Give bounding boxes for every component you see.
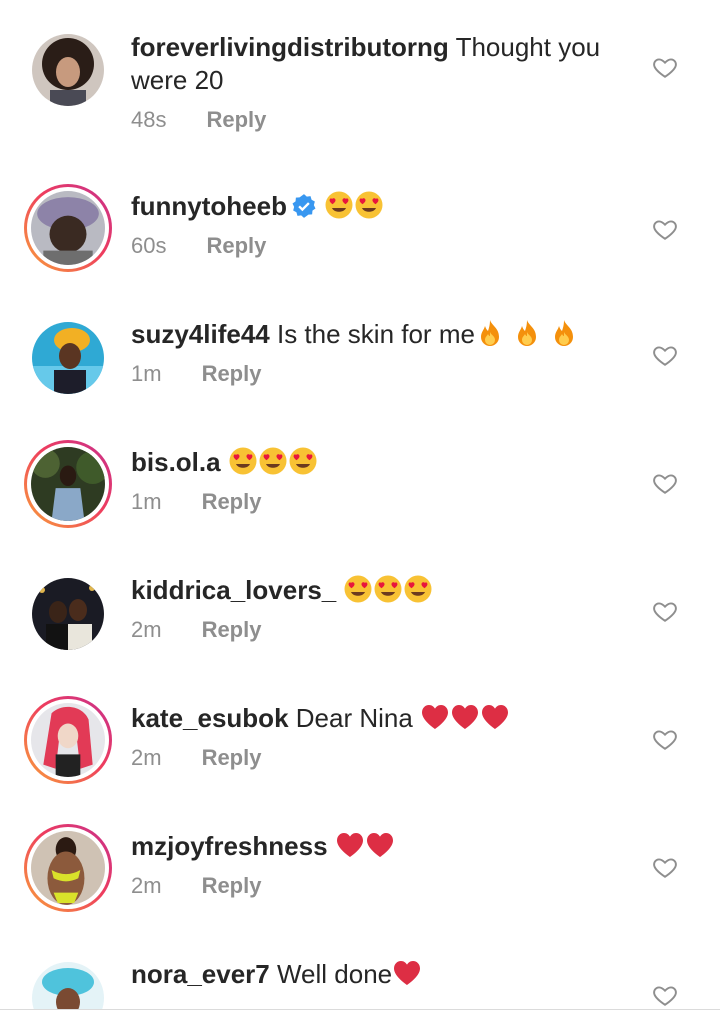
comment-meta: 2m Reply xyxy=(131,873,640,899)
avatar[interactable] xyxy=(24,440,112,528)
comment-meta: 48s Reply xyxy=(131,107,640,133)
red-heart-emoji-icon xyxy=(365,830,395,860)
comment-timestamp: 1m xyxy=(131,489,162,514)
reply-button[interactable]: Reply xyxy=(206,233,266,259)
comment-list: foreverlivingdistributorng Thought you w… xyxy=(0,0,720,1010)
reply-button[interactable]: Reply xyxy=(202,361,262,387)
comment-username[interactable]: mzjoyfreshness xyxy=(131,831,328,861)
comment-message: Is the skin for me xyxy=(269,319,475,349)
comment-username[interactable]: funnytoheeb xyxy=(131,191,287,221)
comment-timestamp: 2m xyxy=(131,617,162,642)
comment-username[interactable]: kiddrica_lovers_ xyxy=(131,575,336,605)
comment-username[interactable]: suzy4life44 xyxy=(131,319,270,349)
comment-username[interactable]: foreverlivingdistributorng xyxy=(131,32,449,62)
red-heart-emoji-icon xyxy=(392,958,422,988)
verified-badge-icon xyxy=(291,193,317,219)
comment-item: kate_esubok Dear Nina 2m Reply xyxy=(0,674,720,802)
comment-item: funnytoheeb 60s Reply xyxy=(0,162,720,290)
comment-body: kiddrica_lovers_ 2m Reply xyxy=(131,574,640,643)
reply-button[interactable]: Reply xyxy=(202,489,262,515)
comment-text: nora_ever7 Well done xyxy=(131,958,640,991)
comment-meta: 1m Reply xyxy=(131,489,640,515)
comment-timestamp: 2m xyxy=(131,745,162,770)
avatar[interactable] xyxy=(32,578,104,650)
avatar[interactable] xyxy=(32,34,104,106)
comment-message: Well done xyxy=(269,959,393,989)
fire-emoji-icon xyxy=(549,318,579,348)
comment-body: bis.ol.a 1m Reply xyxy=(131,446,640,515)
heart-eyes-emoji-icon xyxy=(288,446,318,476)
heart-eyes-emoji-icon xyxy=(228,446,258,476)
like-heart-icon[interactable] xyxy=(652,982,678,1008)
comment-body: mzjoyfreshness 2m Reply xyxy=(131,830,640,899)
comment-username[interactable]: bis.ol.a xyxy=(131,447,221,477)
comment-item: nora_ever7 Well done xyxy=(0,930,720,1010)
comment-timestamp: 60s xyxy=(131,233,167,258)
avatar[interactable] xyxy=(24,184,112,272)
comment-item: bis.ol.a 1m Reply xyxy=(0,418,720,546)
avatar[interactable] xyxy=(24,824,112,912)
comment-body: foreverlivingdistributorng Thought you w… xyxy=(131,31,640,133)
heart-eyes-emoji-icon xyxy=(258,446,288,476)
like-heart-icon[interactable] xyxy=(652,54,678,80)
red-heart-emoji-icon xyxy=(335,830,365,860)
comment-text: mzjoyfreshness xyxy=(131,830,640,863)
comment-timestamp: 1m xyxy=(131,361,162,386)
comment-text: kiddrica_lovers_ xyxy=(131,574,640,607)
like-heart-icon[interactable] xyxy=(652,598,678,624)
comment-timestamp: 2m xyxy=(131,873,162,898)
comment-meta: 2m Reply xyxy=(131,745,640,771)
comment-body: nora_ever7 Well done xyxy=(131,958,640,991)
like-heart-icon[interactable] xyxy=(652,342,678,368)
comment-body: suzy4life44 Is the skin for me 1m Reply xyxy=(131,318,640,387)
red-heart-emoji-icon xyxy=(450,702,480,732)
comment-text: bis.ol.a xyxy=(131,446,640,479)
comment-text: foreverlivingdistributorng Thought you w… xyxy=(131,31,640,97)
comment-text: kate_esubok Dear Nina xyxy=(131,702,640,735)
heart-eyes-emoji-icon xyxy=(403,574,433,604)
like-heart-icon[interactable] xyxy=(652,216,678,242)
comment-body: kate_esubok Dear Nina 2m Reply xyxy=(131,702,640,771)
heart-eyes-emoji-icon xyxy=(373,574,403,604)
reply-button[interactable]: Reply xyxy=(202,617,262,643)
comment-text: suzy4life44 Is the skin for me xyxy=(131,318,640,351)
comment-timestamp: 48s xyxy=(131,107,167,132)
comment-username[interactable]: kate_esubok xyxy=(131,703,289,733)
avatar[interactable] xyxy=(32,322,104,394)
comment-meta: 2m Reply xyxy=(131,617,640,643)
like-heart-icon[interactable] xyxy=(652,470,678,496)
fire-emoji-icon xyxy=(475,318,505,348)
reply-button[interactable]: Reply xyxy=(202,873,262,899)
red-heart-emoji-icon xyxy=(420,702,450,732)
comment-item: suzy4life44 Is the skin for me 1m Reply xyxy=(0,290,720,418)
comment-username[interactable]: nora_ever7 xyxy=(131,959,270,989)
comment-item: kiddrica_lovers_ 2m Reply xyxy=(0,546,720,674)
heart-eyes-emoji-icon xyxy=(324,190,354,220)
comment-meta: 60s Reply xyxy=(131,233,640,259)
like-heart-icon[interactable] xyxy=(652,726,678,752)
comment-message: Dear Nina xyxy=(288,703,413,733)
avatar[interactable] xyxy=(24,696,112,784)
comment-text: funnytoheeb xyxy=(131,190,640,223)
reply-button[interactable]: Reply xyxy=(206,107,266,133)
heart-eyes-emoji-icon xyxy=(343,574,373,604)
red-heart-emoji-icon xyxy=(480,702,510,732)
heart-eyes-emoji-icon xyxy=(354,190,384,220)
comment-meta: 1m Reply xyxy=(131,361,640,387)
comment-item: foreverlivingdistributorng Thought you w… xyxy=(0,0,720,132)
comment-item: mzjoyfreshness 2m Reply xyxy=(0,802,720,930)
fire-emoji-icon xyxy=(512,318,542,348)
comment-body: funnytoheeb 60s Reply xyxy=(131,190,640,259)
avatar[interactable] xyxy=(32,962,104,1010)
reply-button[interactable]: Reply xyxy=(202,745,262,771)
like-heart-icon[interactable] xyxy=(652,854,678,880)
